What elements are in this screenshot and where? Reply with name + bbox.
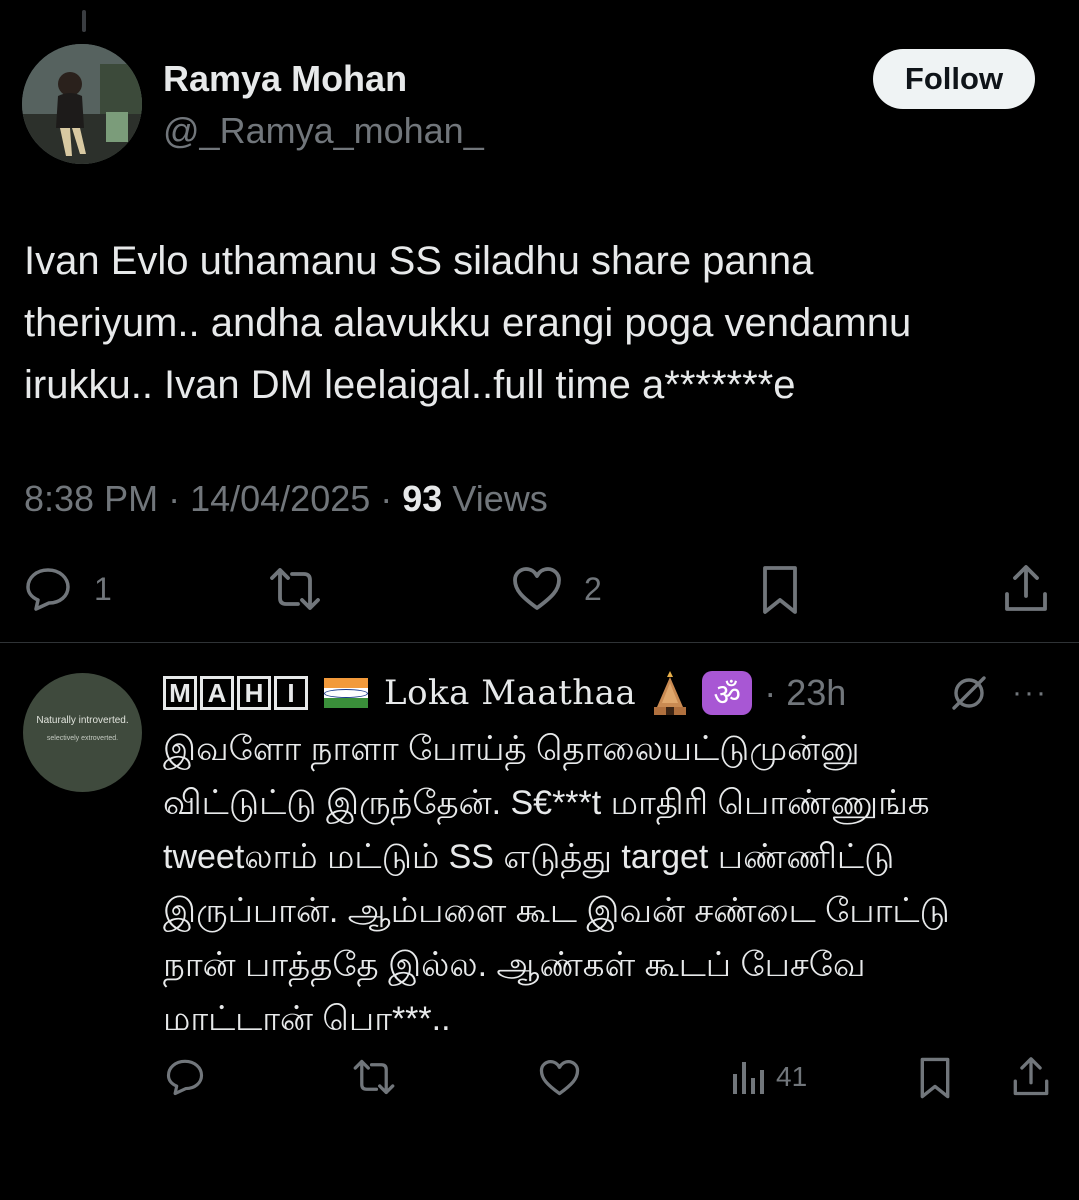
- temple-icon: [654, 671, 687, 715]
- avatar-text-line: Naturally introverted.: [36, 715, 129, 726]
- name-letter: I: [274, 676, 308, 710]
- name-letter: M: [163, 676, 197, 710]
- om-icon: ॐ: [702, 671, 753, 715]
- like-button[interactable]: 2: [512, 566, 602, 612]
- reply-reply-button[interactable]: [165, 1058, 205, 1096]
- name-letter: H: [237, 676, 271, 710]
- name-letter: A: [200, 676, 234, 710]
- grok-icon[interactable]: [950, 674, 988, 712]
- reply-like-button[interactable]: [539, 1059, 580, 1097]
- reply-count: 1: [94, 570, 112, 607]
- follow-button[interactable]: Follow: [873, 49, 1035, 109]
- retweet-icon: [353, 1059, 395, 1095]
- author-name[interactable]: Ramya Mohan: [163, 58, 407, 100]
- divider: [0, 642, 1079, 643]
- share-icon: [1005, 565, 1047, 611]
- share-icon: [1013, 1057, 1049, 1096]
- author-handle[interactable]: @_Ramya_mohan_: [163, 110, 484, 152]
- reply-share-button[interactable]: [1012, 1056, 1050, 1098]
- reply-text-line: இருப்பான். ஆம்பளை கூட இவன் சண்டை போட்டு: [163, 892, 950, 930]
- reply-views-button[interactable]: 41: [730, 1058, 807, 1096]
- like-icon: [539, 1059, 580, 1096]
- tweet-time[interactable]: 8:38 PM: [24, 478, 158, 519]
- bookmark-icon: [920, 1057, 950, 1099]
- views-label: Views: [452, 478, 548, 519]
- author-avatar[interactable]: [22, 44, 142, 164]
- reply-icon: [166, 1059, 204, 1096]
- tweet-date[interactable]: 14/04/2025: [190, 478, 370, 519]
- avatar-text-line: selectively extroverted.: [46, 735, 119, 742]
- meta-separator: ·: [370, 478, 403, 519]
- tweet-text: Ivan Evlo uthamanu SS siladhu share pann…: [24, 230, 1064, 416]
- retweet-icon: [270, 568, 320, 610]
- reply-text-line: நான் பாத்ததே இல்ல. ஆண்கள் கூடப் பேசவே: [163, 946, 866, 984]
- reply-text-line: இவளோ நாளா போய்த் தொலையட்டுமுன்னு: [163, 730, 860, 768]
- reply-views-count: 41: [776, 1061, 808, 1092]
- reply-icon: [26, 568, 70, 611]
- views-count: 93: [402, 478, 443, 519]
- reply-author-name-suffix[interactable]: Loka Maathaa: [384, 673, 636, 713]
- retweet-button[interactable]: [268, 566, 322, 612]
- reply-header: M A H I Loka Maathaa ॐ · 23h: [163, 668, 846, 718]
- reply-text: இவளோ நாளா போய்த் தொலையட்டுமுன்னு விட்டுட…: [163, 722, 1063, 1046]
- reply-text-line: விட்டுட்டு இருந்தேன். S€***t மாதிரி பொண்…: [163, 784, 930, 822]
- india-flag-icon: [324, 678, 368, 708]
- like-count: 2: [584, 570, 602, 607]
- tweet-text-line: theriyum.. andha alavukku erangi poga ve…: [24, 301, 912, 345]
- reply-text-line: மாட்டான் பொ***..: [163, 1000, 451, 1038]
- om-symbol: ॐ: [713, 678, 741, 712]
- tweet-meta: 8:38 PM · 14/04/2025 · 93 Views: [24, 478, 548, 520]
- share-button[interactable]: [1003, 564, 1049, 614]
- reply-author-name[interactable]: M A H I: [163, 676, 308, 710]
- reply-text-line: tweetலாம் மட்டும் SS எடுத்து target பண்ண…: [163, 838, 895, 876]
- thread-line: [82, 10, 86, 32]
- reply-bookmark-button[interactable]: [918, 1056, 952, 1100]
- reply-time-value: 23h: [786, 672, 847, 713]
- reply-avatar[interactable]: Naturally introverted. selectively extro…: [23, 673, 142, 792]
- more-icon[interactable]: ···: [1012, 676, 1048, 710]
- reply-time[interactable]: · 23h: [764, 672, 846, 714]
- reply-button[interactable]: 1: [24, 566, 112, 612]
- tweet-text-line: irukku.. Ivan DM leelaigal..full time a*…: [24, 363, 796, 407]
- avatar-photo: [22, 44, 142, 164]
- reply-retweet-button[interactable]: [352, 1058, 396, 1096]
- like-icon: [513, 567, 561, 610]
- meta-separator: ·: [158, 478, 191, 519]
- bookmark-button[interactable]: [760, 564, 800, 616]
- tweet-text-line: Ivan Evlo uthamanu SS siladhu share pann…: [24, 239, 814, 283]
- bookmark-icon: [763, 566, 797, 614]
- views-icon: [733, 1062, 764, 1094]
